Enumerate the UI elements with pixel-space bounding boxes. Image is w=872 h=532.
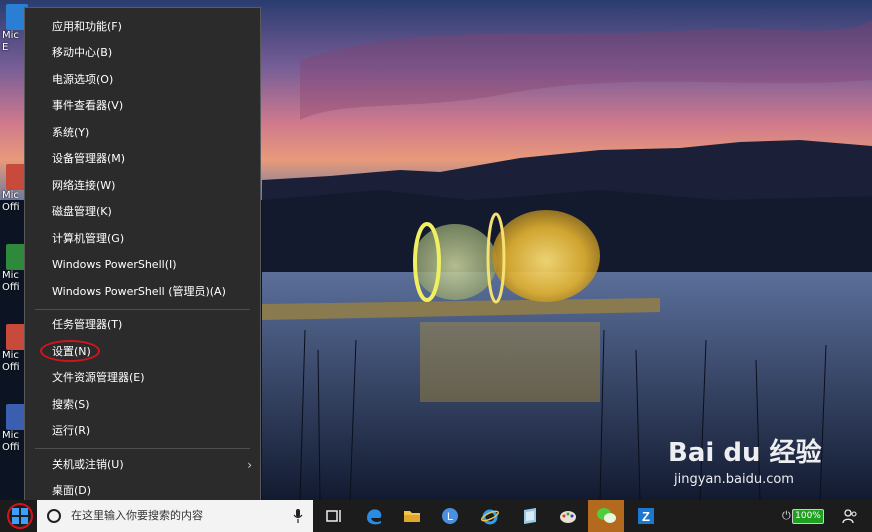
battery-indicator[interactable]: 100% (792, 509, 824, 524)
search-placeholder: 在这里输入你要搜索的内容 (71, 509, 203, 522)
edge-browser-icon (367, 509, 382, 525)
menu-item-shutdown-signout[interactable]: 关机或注销(U) › (25, 452, 260, 478)
menu-item-device-manager[interactable]: 设备管理器(M) (25, 146, 260, 172)
svg-text:L: L (447, 511, 453, 523)
menu-item-label: 移动中心(B) (52, 46, 113, 59)
taskbar-app-notes[interactable] (512, 500, 548, 532)
menu-item-label: 事件查看器(V) (52, 99, 124, 112)
people-icon[interactable] (842, 508, 858, 524)
menu-item-label: 关机或注销(U) (52, 458, 124, 471)
menu-item-label: 运行(R) (52, 424, 91, 437)
menu-item-label: 设备管理器(M) (52, 152, 126, 165)
menu-item-label: 网络连接(W) (52, 179, 116, 192)
menu-item-run[interactable]: 运行(R) (25, 418, 260, 444)
menu-item-label: Windows PowerShell(I) (52, 258, 177, 271)
app-z-icon: Z (638, 508, 654, 524)
menu-item-label: 系统(Y) (52, 126, 90, 139)
notes-app-icon (524, 508, 536, 524)
watermark-logo: Bai du 经验 (668, 438, 822, 468)
taskbar-app-l[interactable]: L (432, 500, 468, 532)
task-view-button[interactable] (316, 500, 352, 532)
menu-item-label: 桌面(D) (52, 484, 92, 497)
menu-item-powershell-admin[interactable]: Windows PowerShell (管理员)(A) (25, 279, 260, 305)
menu-item-computer-management[interactable]: 计算机管理(G) (25, 226, 260, 252)
paint-palette-icon (560, 511, 576, 523)
chevron-right-icon: › (247, 458, 252, 472)
taskbar-edge[interactable] (356, 500, 392, 532)
menu-item-search[interactable]: 搜索(S) (25, 392, 260, 418)
taskbar-file-explorer[interactable] (394, 500, 430, 532)
menu-item-label: 搜索(S) (52, 398, 90, 411)
menu-item-label: 计算机管理(G) (52, 232, 125, 245)
wechat-icon (597, 508, 616, 523)
menu-separator (35, 448, 250, 449)
menu-item-power-options[interactable]: 电源选项(O) (25, 67, 260, 93)
menu-item-network-connections[interactable]: 网络连接(W) (25, 173, 260, 199)
menu-item-label: 磁盘管理(K) (52, 205, 112, 218)
menu-item-file-explorer[interactable]: 文件资源管理器(E) (25, 365, 260, 391)
internet-explorer-icon (480, 509, 500, 525)
menu-item-mobility-center[interactable]: 移动中心(B) (25, 40, 260, 66)
taskbar-internet-explorer[interactable] (472, 500, 508, 532)
taskbar-app-paint[interactable] (550, 500, 586, 532)
menu-item-powershell[interactable]: Windows PowerShell(I) (25, 252, 260, 278)
folder-icon (404, 511, 420, 522)
taskbar-search-box[interactable]: 在这里输入你要搜索的内容 (37, 500, 313, 532)
settings-highlight-ring (40, 340, 100, 362)
app-l-icon: L (442, 508, 458, 524)
menu-item-label: 文件资源管理器(E) (52, 371, 145, 384)
menu-item-apps-features[interactable]: 应用和功能(F) (25, 14, 260, 40)
cortana-icon (47, 509, 61, 523)
menu-item-label: 电源选项(O) (52, 73, 114, 86)
microphone-icon[interactable] (293, 509, 303, 523)
menu-item-label: Windows PowerShell (管理员)(A) (52, 285, 226, 298)
taskbar-app-z[interactable]: Z (628, 500, 664, 532)
start-button[interactable] (0, 500, 36, 532)
taskbar-wechat[interactable] (588, 500, 624, 532)
menu-separator (35, 309, 250, 310)
svg-text:Z: Z (642, 509, 650, 524)
task-view-icon (326, 510, 341, 522)
start-context-menu: 应用和功能(F) 移动中心(B) 电源选项(O) 事件查看器(V) 系统(Y) … (24, 7, 261, 510)
power-plug-icon: ⏻ (782, 509, 791, 522)
taskbar: 在这里输入你要搜索的内容 L Z ⏻ 100% (0, 500, 872, 532)
battery-percent: 100% (795, 511, 821, 521)
start-highlight-ring (7, 503, 33, 529)
watermark-url: jingyan.baidu.com (674, 472, 794, 487)
menu-item-label: 任务管理器(T) (52, 318, 123, 331)
menu-item-event-viewer[interactable]: 事件查看器(V) (25, 93, 260, 119)
menu-item-disk-management[interactable]: 磁盘管理(K) (25, 199, 260, 225)
menu-item-label: 应用和功能(F) (52, 20, 122, 33)
menu-item-system[interactable]: 系统(Y) (25, 120, 260, 146)
menu-item-task-manager[interactable]: 任务管理器(T) (25, 312, 260, 338)
baidu-watermark: Bai du 经验 jingyan.baidu.com (668, 432, 868, 494)
